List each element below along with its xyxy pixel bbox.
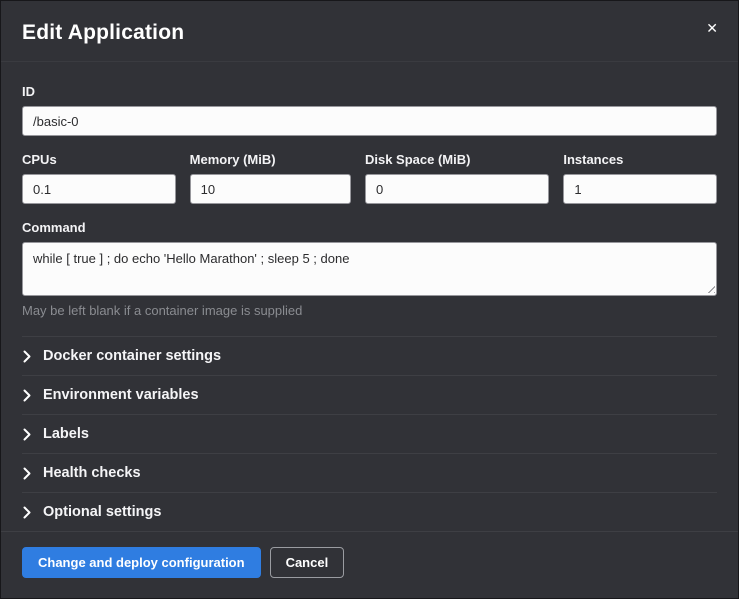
- command-textarea[interactable]: while [ true ] ; do echo 'Hello Marathon…: [22, 242, 717, 296]
- edit-application-modal: Edit Application ✕ ID CPUs Memory (MiB) …: [0, 0, 739, 599]
- section-labels[interactable]: Labels: [22, 414, 717, 453]
- section-label: Labels: [43, 426, 89, 442]
- id-field-group: ID: [22, 84, 717, 136]
- chevron-right-icon: [22, 389, 32, 402]
- instances-label: Instances: [563, 152, 717, 167]
- modal-header: Edit Application ✕: [1, 1, 738, 62]
- collapsible-sections: Docker container settings Environment va…: [22, 336, 717, 531]
- id-input[interactable]: [22, 106, 717, 136]
- change-and-deploy-button[interactable]: Change and deploy configuration: [22, 547, 261, 578]
- section-optional-settings[interactable]: Optional settings: [22, 492, 717, 531]
- section-environment-variables[interactable]: Environment variables: [22, 375, 717, 414]
- chevron-right-icon: [22, 350, 32, 363]
- chevron-right-icon: [22, 467, 32, 480]
- memory-field-group: Memory (MiB): [190, 152, 351, 204]
- modal-body: ID CPUs Memory (MiB) Disk Space (MiB) In…: [1, 62, 738, 531]
- cpus-input[interactable]: [22, 174, 176, 204]
- chevron-right-icon: [22, 506, 32, 519]
- command-label: Command: [22, 220, 717, 235]
- section-health-checks[interactable]: Health checks: [22, 453, 717, 492]
- section-label: Health checks: [43, 465, 141, 481]
- section-label: Docker container settings: [43, 348, 221, 364]
- memory-input[interactable]: [190, 174, 351, 204]
- memory-label: Memory (MiB): [190, 152, 351, 167]
- command-help-text: May be left blank if a container image i…: [22, 303, 717, 318]
- close-icon[interactable]: ✕: [702, 17, 722, 39]
- id-label: ID: [22, 84, 717, 99]
- command-field-group: Command while [ true ] ; do echo 'Hello …: [22, 220, 717, 318]
- disk-field-group: Disk Space (MiB): [365, 152, 549, 204]
- section-label: Optional settings: [43, 504, 161, 520]
- modal-footer: Change and deploy configuration Cancel: [1, 531, 738, 598]
- cpus-field-group: CPUs: [22, 152, 176, 204]
- disk-label: Disk Space (MiB): [365, 152, 549, 167]
- section-docker-container-settings[interactable]: Docker container settings: [22, 336, 717, 375]
- instances-field-group: Instances: [563, 152, 717, 204]
- disk-input[interactable]: [365, 174, 549, 204]
- section-label: Environment variables: [43, 387, 199, 403]
- chevron-right-icon: [22, 428, 32, 441]
- resources-row: CPUs Memory (MiB) Disk Space (MiB) Insta…: [22, 152, 717, 204]
- page-title: Edit Application: [22, 21, 717, 45]
- command-textarea-wrap: while [ true ] ; do echo 'Hello Marathon…: [22, 242, 717, 296]
- cpus-label: CPUs: [22, 152, 176, 167]
- cancel-button[interactable]: Cancel: [270, 547, 345, 578]
- instances-input[interactable]: [563, 174, 717, 204]
